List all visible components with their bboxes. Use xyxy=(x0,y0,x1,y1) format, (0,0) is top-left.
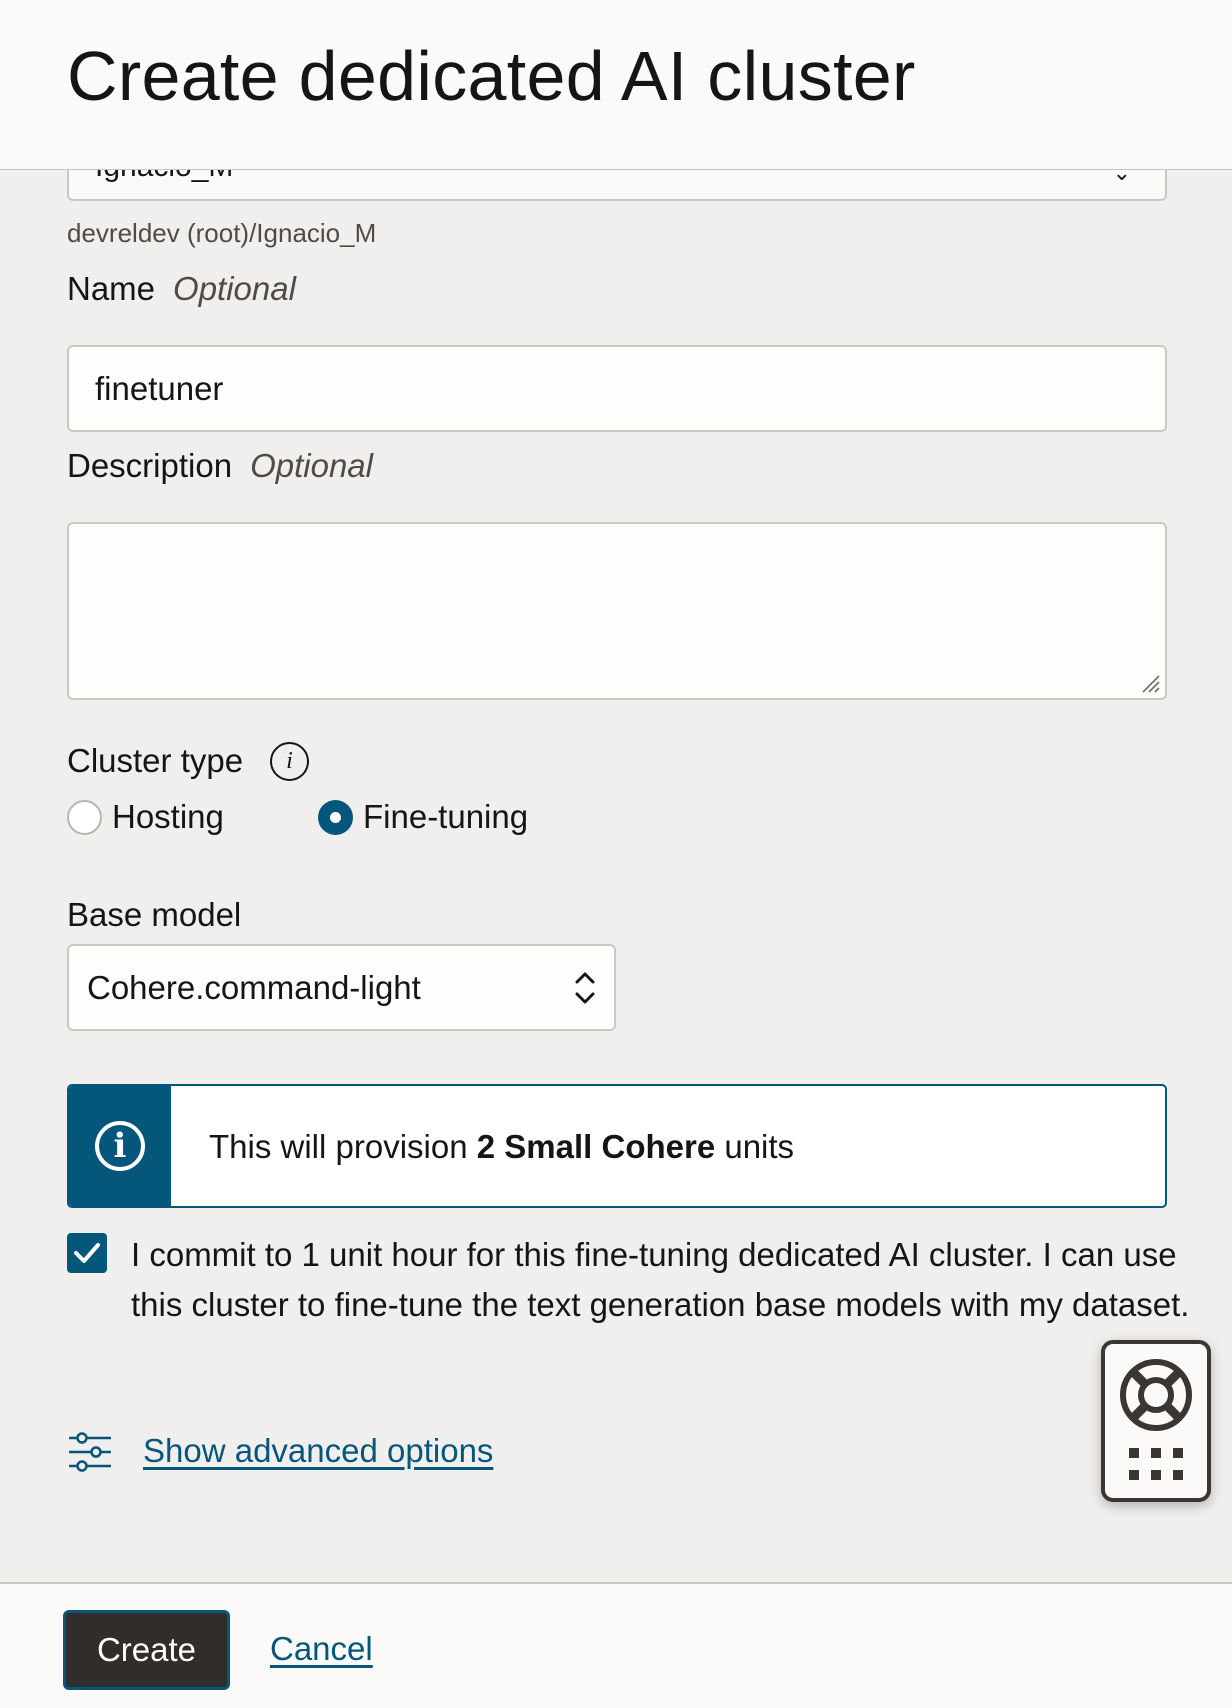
name-label-text: Name xyxy=(67,270,156,307)
compartment-path-hint: devreldev (root)/Ignacio_M xyxy=(67,218,377,248)
show-advanced-options-link[interactable]: Show advanced options xyxy=(143,1432,493,1470)
radio-circle[interactable] xyxy=(318,799,353,835)
banner-bold: 2 Small Cohere xyxy=(476,1128,716,1165)
name-input[interactable] xyxy=(67,345,1167,432)
info-icon: i xyxy=(95,1121,145,1171)
description-label: Description Optional xyxy=(67,447,373,485)
radio-fine-tuning-label: Fine-tuning xyxy=(363,798,529,835)
checkmark-icon xyxy=(74,1243,100,1263)
banner-suffix: units xyxy=(715,1128,795,1165)
grid-dots-icon xyxy=(1129,1448,1183,1480)
create-cluster-panel: Create dedicated AI cluster Ignacio_M ⌄ … xyxy=(0,0,1232,1708)
radio-hosting-label: Hosting xyxy=(112,798,224,835)
compartment-value: Ignacio_M xyxy=(95,170,233,184)
radio-fine-tuning[interactable]: Fine-tuning xyxy=(318,798,528,836)
name-label: Name Optional xyxy=(67,270,296,308)
commit-text: I commit to 1 unit hour for this fine-tu… xyxy=(131,1236,1190,1323)
name-optional-tag: Optional xyxy=(173,270,296,307)
spinner-arrows-icon xyxy=(575,972,595,1004)
banner-stripe: i xyxy=(69,1086,171,1206)
info-icon[interactable]: i xyxy=(270,742,309,781)
base-model-select[interactable]: Cohere.command-light xyxy=(67,944,616,1031)
description-optional-tag: Optional xyxy=(250,447,373,484)
description-label-text: Description xyxy=(67,447,233,484)
compartment-select[interactable]: Ignacio_M ⌄ xyxy=(67,170,1167,201)
radio-circle[interactable] xyxy=(67,799,102,835)
commit-checkbox[interactable] xyxy=(67,1233,107,1273)
provision-info-banner: i This will provision 2 Small Cohere uni… xyxy=(67,1084,1167,1208)
description-textarea[interactable] xyxy=(67,522,1167,700)
resize-grip-icon[interactable] xyxy=(1137,670,1161,694)
cancel-link[interactable]: Cancel xyxy=(270,1630,373,1668)
sliders-icon[interactable] xyxy=(67,1432,113,1472)
base-model-label: Base model xyxy=(67,896,242,933)
form-body[interactable]: Ignacio_M ⌄ devreldev (root)/Ignacio_M N… xyxy=(0,170,1232,1582)
page-title: Create dedicated AI cluster xyxy=(67,37,916,115)
banner-message: This will provision 2 Small Cohere units xyxy=(209,1128,794,1166)
cluster-type-label: Cluster type xyxy=(67,742,244,779)
panel-header: Create dedicated AI cluster xyxy=(0,0,1232,170)
panel-footer: Create Cancel xyxy=(0,1582,1232,1708)
create-button[interactable]: Create xyxy=(63,1610,230,1690)
help-widget-button[interactable] xyxy=(1101,1340,1211,1502)
base-model-value: Cohere.command-light xyxy=(87,969,421,1006)
lifebuoy-icon xyxy=(1120,1359,1192,1431)
radio-hosting[interactable]: Hosting xyxy=(67,798,224,836)
chevron-down-icon: ⌄ xyxy=(1112,170,1131,185)
banner-prefix: This will provision xyxy=(209,1128,477,1165)
